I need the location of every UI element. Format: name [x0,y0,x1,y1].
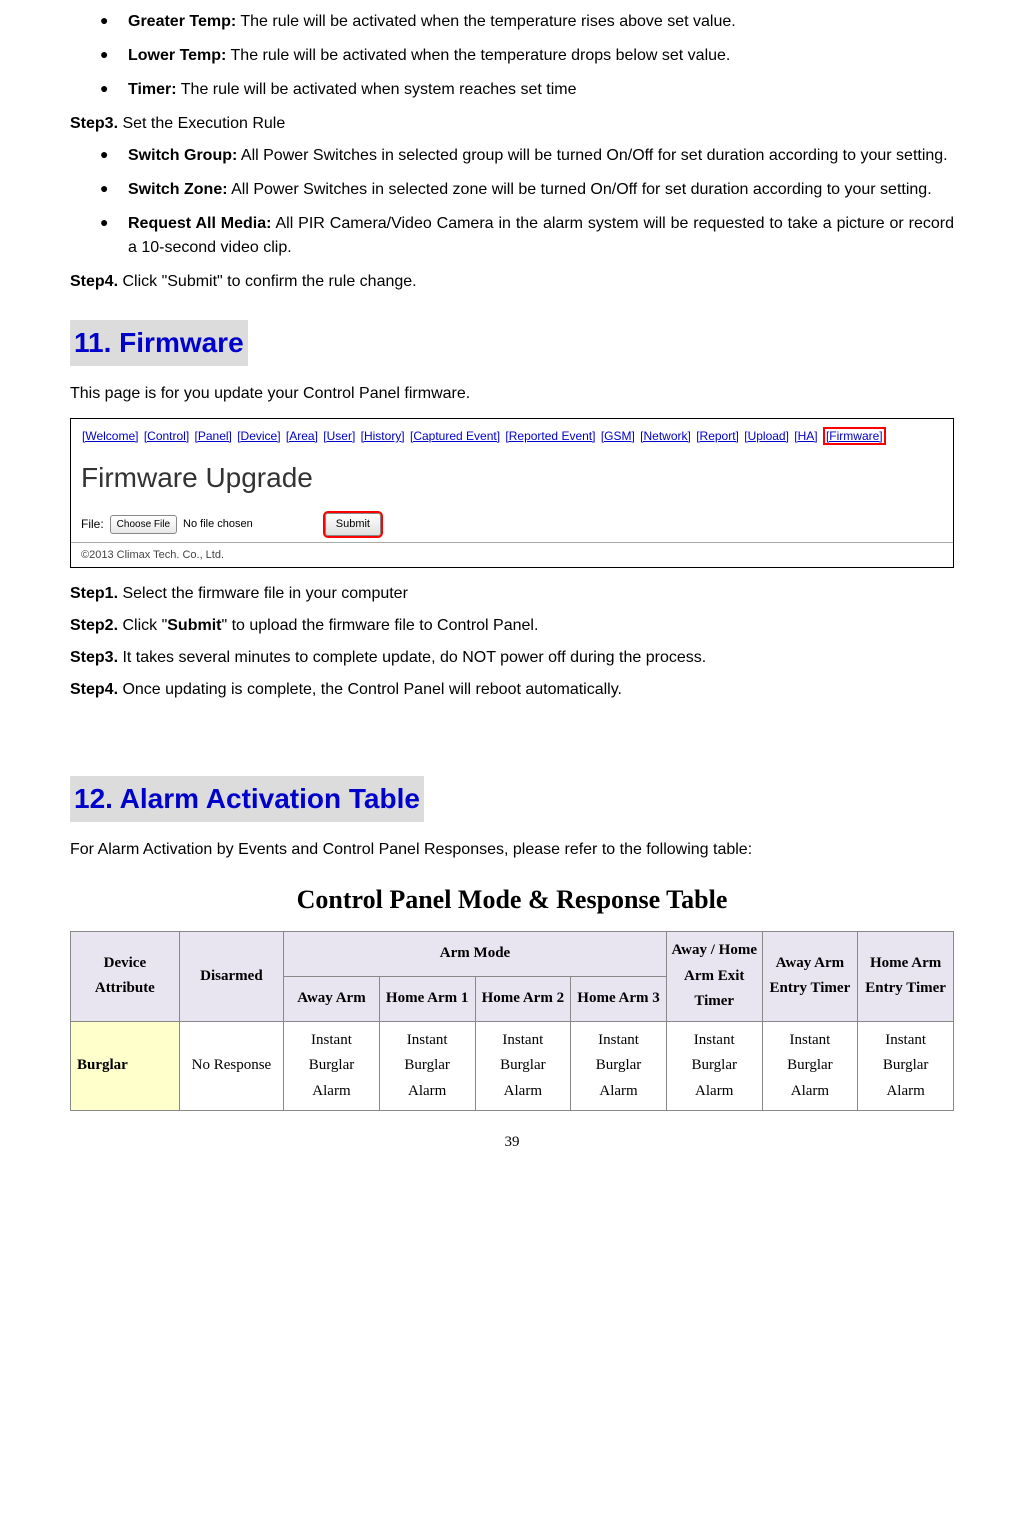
nav-report[interactable]: [Report] [696,429,739,443]
step3-heading: Step3. Set the Execution Rule [70,112,954,136]
copyright-text: ©2013 Climax Tech. Co., Ltd. [71,542,953,568]
response-table: Device Attribute Disarmed Arm Mode Away … [70,931,954,1111]
cell-home-arm-1: Instant Burglar Alarm [379,1021,475,1111]
table-row: Burglar No Response Instant Burglar Alar… [71,1021,954,1111]
cell-home-entry: Instant Burglar Alarm [858,1021,954,1111]
section-11-intro: This page is for you update your Control… [70,382,954,406]
th-home-arm-1: Home Arm 1 [379,976,475,1021]
step4-line: Step4. Click "Submit" to confirm the rul… [70,270,954,294]
th-home-arm-2: Home Arm 2 [475,976,571,1021]
page-number: 39 [70,1131,954,1154]
cell-disarmed: No Response [179,1021,283,1111]
cell-away-entry: Instant Burglar Alarm [762,1021,858,1111]
submit-button[interactable]: Submit [325,513,381,536]
bullet-switch-zone: Switch Zone: All Power Switches in selec… [100,178,954,202]
fw-step1: Step1. Select the firmware file in your … [70,582,954,606]
nav-firmware[interactable]: [Firmware] [823,427,886,445]
bullet-switch-group: Switch Group: All Power Switches in sele… [100,144,954,168]
nav-upload[interactable]: [Upload] [744,429,789,443]
cell-home-arm-3: Instant Burglar Alarm [571,1021,667,1111]
nav-ha[interactable]: [HA] [794,429,817,443]
nav-captured-event[interactable]: [Captured Event] [410,429,500,443]
th-home-entry: Home Arm Entry Timer [858,932,954,1022]
cell-attr-burglar: Burglar [71,1021,180,1111]
nav-network[interactable]: [Network] [640,429,691,443]
no-file-text: No file chosen [183,516,253,533]
nav-control[interactable]: [Control] [144,429,189,443]
fw-step2: Step2. Click "Submit" to upload the firm… [70,614,954,638]
th-arm-mode: Arm Mode [284,932,667,977]
fw-step3: Step3. It takes several minutes to compl… [70,646,954,670]
th-device-attribute: Device Attribute [71,932,180,1022]
nav-area[interactable]: [Area] [286,429,318,443]
nav-panel[interactable]: [Panel] [195,429,232,443]
condition-bullets: Greater Temp: The rule will be activated… [70,10,954,102]
bullet-timer: Timer: The rule will be activated when s… [100,78,954,102]
cell-home-arm-2: Instant Burglar Alarm [475,1021,571,1111]
nav-welcome[interactable]: [Welcome] [82,429,138,443]
cell-exit-timer: Instant Burglar Alarm [666,1021,762,1111]
th-away-entry: Away Arm Entry Timer [762,932,858,1022]
firmware-screenshot: [Welcome] [Control] [Panel] [Device] [Ar… [70,418,954,568]
fw-step4: Step4. Once updating is complete, the Co… [70,678,954,702]
section-11-heading: 11. Firmware [70,320,248,366]
th-disarmed: Disarmed [179,932,283,1022]
response-table-title: Control Panel Mode & Response Table [70,880,954,919]
th-away-arm: Away Arm [284,976,380,1021]
bullet-request-media: Request All Media: All PIR Camera/Video … [100,212,954,260]
section-12-heading: 12. Alarm Activation Table [70,776,424,822]
execution-bullets: Switch Group: All Power Switches in sele… [70,144,954,260]
th-home-arm-3: Home Arm 3 [571,976,667,1021]
th-exit-timer: Away / Home Arm Exit Timer [666,932,762,1022]
nav-device[interactable]: [Device] [237,429,280,443]
bullet-greater-temp: Greater Temp: The rule will be activated… [100,10,954,34]
nav-gsm[interactable]: [GSM] [601,429,635,443]
nav-bar: [Welcome] [Control] [Panel] [Device] [Ar… [71,419,953,451]
file-label: File: [81,515,104,533]
section-12-intro: For Alarm Activation by Events and Contr… [70,838,954,862]
cell-away-arm: Instant Burglar Alarm [284,1021,380,1111]
bullet-lower-temp: Lower Temp: The rule will be activated w… [100,44,954,68]
choose-file-button[interactable]: Choose File [110,515,177,534]
firmware-upgrade-title: Firmware Upgrade [71,451,953,509]
nav-reported-event[interactable]: [Reported Event] [505,429,595,443]
nav-history[interactable]: [History] [361,429,405,443]
nav-user[interactable]: [User] [323,429,355,443]
